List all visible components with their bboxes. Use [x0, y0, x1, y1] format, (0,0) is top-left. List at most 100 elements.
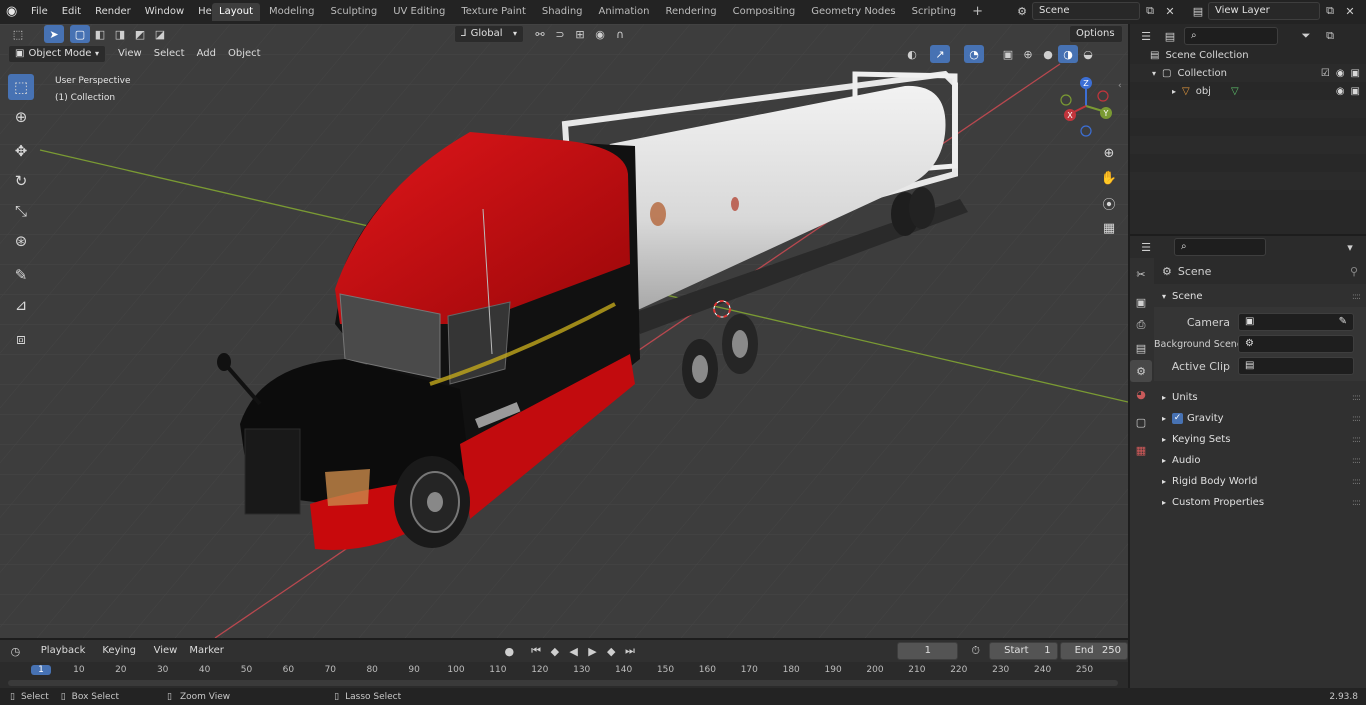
view-layer-icon[interactable]: ▤ — [1188, 2, 1208, 20]
background-scene-field[interactable]: ⚙ — [1238, 335, 1354, 353]
tab-scripting[interactable]: Scripting — [905, 3, 963, 21]
menu-edit[interactable]: Edit — [55, 0, 88, 24]
timeline-menu-view[interactable]: View — [148, 642, 184, 660]
options-dropdown[interactable]: Options — [1069, 25, 1123, 43]
chevron-down-icon[interactable]: ▾ — [1340, 238, 1360, 256]
visibility-icon[interactable]: ◐ — [902, 45, 922, 63]
record-icon[interactable]: ● — [500, 642, 519, 660]
zoom-icon[interactable]: ⊕ — [1098, 142, 1120, 164]
menu-window[interactable]: Window — [138, 0, 191, 24]
scene-tab-icon[interactable]: ⚙ — [1130, 360, 1152, 382]
timeline-ruler[interactable]: 1 10 20 30 40 50 60 70 80 90 100 110 120 130 140 150 160… — [0, 662, 1128, 688]
rotate-tool-icon[interactable]: ↻ — [8, 168, 34, 194]
custom-properties-panel-header[interactable]: ▸ Custom Properties :::: — [1154, 492, 1366, 513]
outliner-search-input[interactable]: ⌕ — [1184, 27, 1278, 45]
timeline-scrollbar[interactable] — [8, 680, 1118, 686]
units-panel-header[interactable]: ▸ Units :::: — [1154, 387, 1366, 408]
gravity-checkbox[interactable]: ✓ — [1172, 413, 1184, 424]
new-scene-icon[interactable]: ⧉ — [1140, 2, 1160, 20]
render-camera-icon[interactable]: ▣ — [1351, 86, 1360, 97]
pin-icon[interactable]: ⚲ — [1350, 265, 1358, 278]
scene-icon[interactable]: ⚙ — [1012, 2, 1032, 20]
rendered-shading-icon[interactable]: ◒ — [1078, 45, 1098, 63]
start-frame-field[interactable]: Start 1 — [989, 642, 1058, 660]
timeline-menu-playback[interactable]: Playback ▾ — [35, 642, 97, 674]
timeline-menu-marker[interactable]: Marker — [183, 642, 230, 660]
active-clip-field[interactable]: ▤ — [1238, 357, 1354, 375]
orientation-selector[interactable]: ⅃ Global ▾ — [454, 25, 524, 43]
play-icon[interactable]: ▶ — [583, 642, 602, 660]
tree-item-obj[interactable]: ▸ ▽ obj ▽ ◉ ▣ — [1130, 82, 1366, 100]
navigation-gizmo[interactable]: Z Y X — [1055, 74, 1119, 138]
keying-sets-panel-header[interactable]: ▸ Keying Sets :::: — [1154, 429, 1366, 450]
display-mode-icon[interactable]: ▤ — [1160, 27, 1180, 45]
tool-tab-icon[interactable]: ✂ — [1130, 263, 1152, 285]
tab-texture-paint[interactable]: Texture Paint — [454, 3, 533, 21]
scene-name-field[interactable]: Scene — [1032, 2, 1140, 20]
tab-compositing[interactable]: Compositing — [726, 3, 803, 21]
select-invert-icon[interactable]: ◩ — [130, 25, 150, 43]
output-tab-icon[interactable]: ⎙ — [1130, 314, 1152, 336]
new-collection-icon[interactable]: ⧉ — [1320, 27, 1340, 45]
material-shading-icon[interactable]: ◑ — [1058, 45, 1078, 63]
transform-tool-icon[interactable]: ⊛ — [8, 228, 34, 254]
scale-tool-icon[interactable]: ⤡ — [8, 198, 34, 224]
select-new-icon[interactable]: ▢ — [70, 25, 90, 43]
viewport-menu-add[interactable]: Add — [191, 45, 222, 63]
tree-item-scene-collection[interactable]: ▤ Scene Collection — [1130, 46, 1366, 64]
editor-type-icon[interactable]: ⬚ — [8, 25, 28, 43]
viewport-menu-object[interactable]: Object — [222, 45, 267, 63]
gravity-panel-header[interactable]: ▸ ✓ Gravity :::: — [1154, 408, 1366, 429]
tab-rendering[interactable]: Rendering — [659, 3, 724, 21]
play-reverse-icon[interactable]: ◀ — [564, 642, 583, 660]
filter-icon[interactable]: ⏷ — [1296, 27, 1316, 45]
current-frame-field[interactable]: 1 — [897, 642, 959, 660]
texture-tab-icon[interactable]: ▦ — [1130, 439, 1152, 461]
exclude-checkbox-icon[interactable]: ☑ — [1321, 68, 1330, 79]
3d-viewport[interactable]: ▣ Object Mode ▾ View Select Add Object ⅃… — [0, 24, 1128, 638]
wireframe-shading-icon[interactable]: ⊕ — [1018, 45, 1038, 63]
pivot-icon[interactable]: ⚯ — [530, 25, 550, 43]
audio-panel-header[interactable]: ▸ Audio :::: — [1154, 450, 1366, 471]
cursor-tool-icon[interactable]: ⊕ — [8, 104, 34, 130]
select-intersect-icon[interactable]: ◪ — [150, 25, 170, 43]
visibility-eye-icon[interactable]: ◉ — [1336, 68, 1345, 79]
expand-arrow-icon[interactable]: ▸ — [1172, 87, 1176, 96]
select-box-tool-icon[interactable]: ⬚ — [8, 74, 34, 100]
tree-item-collection[interactable]: ▾ ▢ Collection ☑ ◉ ▣ — [1130, 64, 1366, 82]
prev-keyframe-icon[interactable]: ◆ — [545, 642, 564, 660]
drag-handle-icon[interactable]: :::: — [1352, 498, 1361, 508]
viewport-menu-view[interactable]: View — [112, 45, 148, 63]
tab-modeling[interactable]: Modeling — [262, 3, 322, 21]
solid-shading-icon[interactable]: ● — [1038, 45, 1058, 63]
render-camera-icon[interactable]: ▣ — [1351, 68, 1360, 79]
options-button[interactable]: Options — [1069, 25, 1123, 43]
world-tab-icon[interactable]: ◕ — [1130, 383, 1152, 405]
annotate-tool-icon[interactable]: ✎ — [8, 262, 34, 288]
eyedropper-icon[interactable]: ✎ — [1339, 314, 1347, 330]
drag-handle-icon[interactable]: :::: — [1352, 414, 1361, 424]
delete-view-layer-icon[interactable]: ✕ — [1340, 2, 1360, 20]
delete-scene-icon[interactable]: ✕ — [1160, 2, 1180, 20]
select-tool-icon[interactable]: ➤ — [44, 25, 64, 43]
drag-handle-icon[interactable]: :::: — [1352, 292, 1361, 302]
snap-target-icon[interactable]: ⊞ — [570, 25, 590, 43]
jump-start-icon[interactable]: ⏮ — [527, 642, 546, 660]
overlay-icon[interactable]: ◔ — [964, 45, 984, 63]
sidebar-toggle-icon[interactable]: ‹ — [1118, 81, 1122, 91]
tab-animation[interactable]: Animation — [592, 3, 657, 21]
add-cube-tool-icon[interactable]: ⧈ — [8, 326, 34, 352]
tab-layout[interactable]: Layout — [212, 3, 260, 21]
tab-sculpting[interactable]: Sculpting — [324, 3, 385, 21]
measure-tool-icon[interactable]: ⊿ — [8, 292, 34, 318]
falloff-icon[interactable]: ∩ — [610, 25, 630, 43]
properties-search-input[interactable]: ⌕ — [1174, 238, 1266, 256]
gizmo-icon[interactable]: ↗ — [930, 45, 950, 63]
select-extend-icon[interactable]: ◧ — [90, 25, 110, 43]
add-workspace-icon[interactable]: + — [965, 3, 990, 21]
drag-handle-icon[interactable]: :::: — [1352, 393, 1361, 403]
xray-icon[interactable]: ▣ — [998, 45, 1018, 63]
rigid-body-world-panel-header[interactable]: ▸ Rigid Body World :::: — [1154, 471, 1366, 492]
drag-handle-icon[interactable]: :::: — [1352, 477, 1361, 487]
viewport-menu-select[interactable]: Select — [148, 45, 191, 63]
